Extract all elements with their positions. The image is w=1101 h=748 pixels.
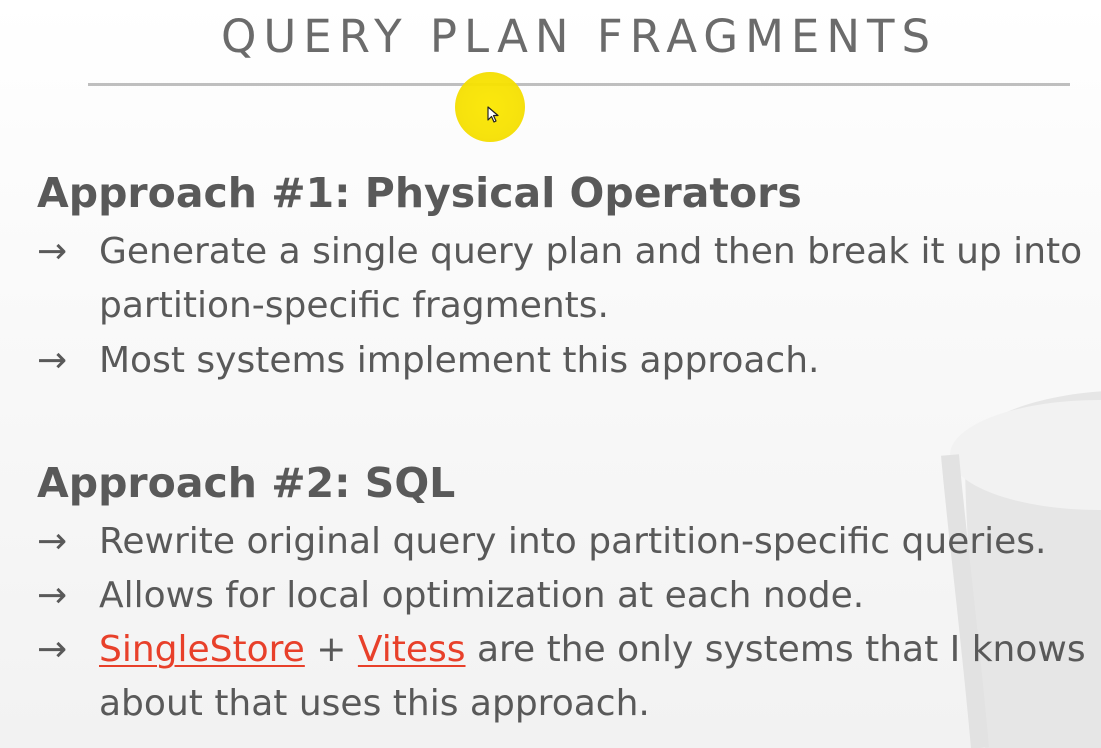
bullet-arrow: → (37, 231, 68, 272)
list-item: → Allows for local optimization at each … (37, 569, 1101, 623)
title-divider (88, 83, 1070, 86)
bullet-arrow: → (37, 340, 68, 381)
bullet-text-rest: are the only systems that I knows (465, 629, 1086, 670)
vitess-link[interactable]: Vitess (358, 629, 466, 670)
list-item: → SingleStore + Vitess are the only syst… (37, 623, 1101, 733)
bullet-arrow: → (37, 629, 68, 670)
singlestore-link[interactable]: SingleStore (99, 629, 305, 670)
bullet-text-line1: Allows for local optimization at each no… (99, 575, 865, 616)
list-item: → Rewrite original query into partition-… (37, 515, 1101, 569)
bullet-text-line2: about that uses this approach. (99, 683, 650, 724)
bullet-arrow: → (37, 521, 68, 562)
list-item: → Generate a single query plan and then … (37, 225, 1101, 335)
list-item: → Most systems implement this approach. (37, 334, 1101, 388)
bullet-text-line1: SingleStore + Vitess are the only system… (99, 623, 1086, 677)
bullet-text-line1: Generate a single query plan and then br… (99, 231, 1083, 272)
approach-2-heading: Approach #2: SQL (37, 459, 456, 507)
bullet-arrow: → (37, 575, 68, 616)
bullet-text-line2: partition-specific fragments. (99, 285, 609, 326)
approach-1-heading: Approach #1: Physical Operators (37, 169, 802, 217)
plus-separator: + (304, 629, 358, 670)
mouse-pointer-icon (487, 106, 501, 124)
slide-title: QUERY PLAN FRAGMENTS (220, 10, 938, 63)
bullet-text-line1: Rewrite original query into partition-sp… (99, 521, 1047, 562)
bullet-text-line1: Most systems implement this approach. (99, 340, 820, 381)
